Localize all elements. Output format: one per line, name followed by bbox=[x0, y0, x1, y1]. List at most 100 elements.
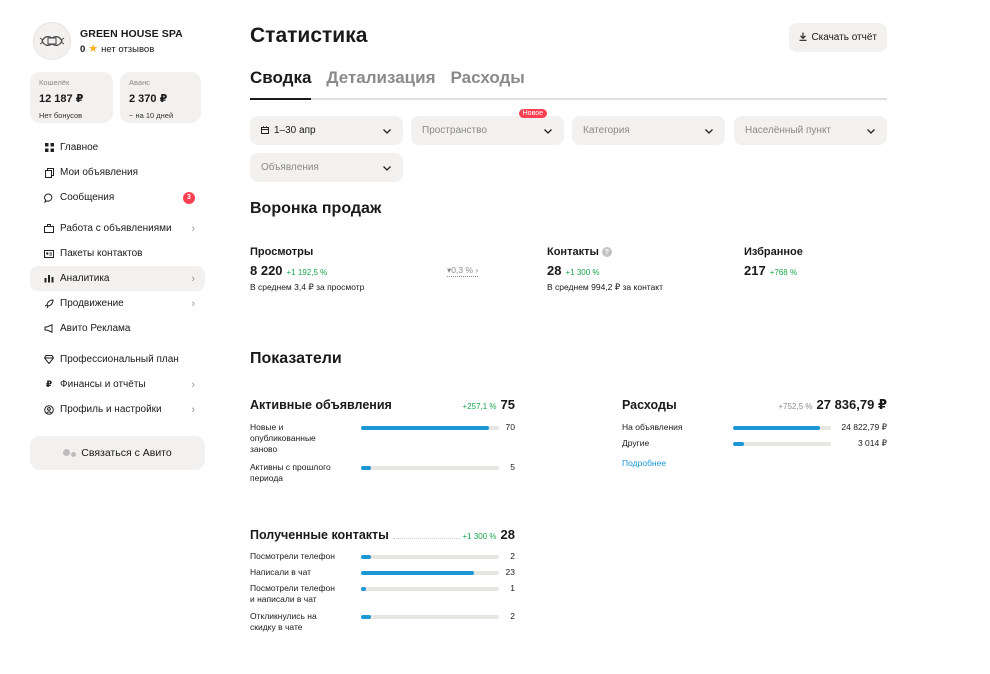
profile-header[interactable]: GREEN HOUSE SPA 0 ★ нет отзывов bbox=[30, 20, 205, 62]
tab-summary[interactable]: Сводка bbox=[250, 68, 312, 100]
contact-avito-button[interactable]: Связаться с Авито bbox=[30, 436, 205, 470]
city-select[interactable]: Населённый пункт bbox=[734, 116, 887, 145]
sidebar-item-label: Мои объявления bbox=[60, 167, 138, 178]
rating-text: нет отзывов bbox=[101, 43, 155, 55]
profile-name[interactable]: GREEN HOUSE SPA bbox=[80, 28, 183, 40]
category-placeholder: Категория bbox=[583, 125, 630, 136]
sidebar-item-finance[interactable]: ₽ Финансы и отчёты › bbox=[30, 372, 205, 397]
ads-select[interactable]: Объявления bbox=[250, 153, 403, 182]
metric-bar-fill bbox=[361, 587, 366, 591]
conversion-rate[interactable]: ▾0,3 % › bbox=[447, 265, 479, 277]
expenses-total: 27 836,79 ₽ bbox=[816, 397, 888, 412]
contacts-sub: В среднем 994,2 ₽ за контакт bbox=[547, 282, 663, 292]
metric-row: Другие bbox=[622, 438, 649, 449]
advance-label: Аванс bbox=[129, 78, 150, 87]
metric-bar-fill bbox=[361, 555, 371, 559]
metric-row: Активны с прошлого периода bbox=[250, 462, 350, 484]
metric-value: 2 bbox=[510, 551, 515, 561]
avatar[interactable] bbox=[33, 22, 71, 60]
wallet-card[interactable]: Кошелёк 12 187 ₽ Нет бонусов bbox=[30, 72, 113, 123]
download-report-button[interactable]: Скачать отчёт bbox=[789, 23, 887, 52]
metric-value: 23 bbox=[505, 567, 515, 577]
metric-bar-fill bbox=[361, 466, 371, 470]
sidebar-item-label: Аналитика bbox=[60, 273, 110, 284]
received-contacts-total: 28 bbox=[500, 527, 515, 542]
metric-label: Активны с прошлого периода bbox=[250, 462, 331, 483]
category-select[interactable]: Категория bbox=[572, 116, 725, 145]
chevron-down-icon bbox=[383, 128, 391, 134]
chevron-right-icon: › bbox=[191, 403, 195, 416]
sidebar-item-avito-ads[interactable]: Авито Реклама bbox=[30, 316, 205, 341]
favorites-delta: +768 % bbox=[769, 268, 798, 277]
wallet-label: Кошелёк bbox=[39, 78, 70, 87]
metric-label: Новые и опубликованные заново bbox=[250, 422, 316, 454]
metric-value: 1 bbox=[510, 583, 515, 593]
contact-avito-label: Связаться с Авито bbox=[81, 447, 172, 459]
advance-value: 2 370 ₽ bbox=[129, 93, 168, 105]
advance-card[interactable]: Аванс 2 370 ₽ ~ на 10 дней bbox=[120, 72, 201, 123]
tab-bar: Сводка Детализация Расходы bbox=[250, 68, 887, 100]
sidebar-item-pro-plan[interactable]: Профессиональный план bbox=[30, 347, 205, 372]
tab-details[interactable]: Детализация bbox=[326, 68, 435, 100]
company-logo-icon bbox=[39, 35, 65, 47]
metric-bar-fill bbox=[733, 442, 744, 446]
funnel-views: Просмотры 8 220 +1 192,5 % В среднем 3,4… bbox=[250, 246, 364, 293]
sidebar-item-analytics[interactable]: Аналитика › bbox=[30, 266, 205, 291]
grid-icon bbox=[43, 142, 55, 154]
sidebar-item-ads-work[interactable]: Работа с объявлениями › bbox=[30, 216, 205, 241]
wallet-sub: Нет бонусов bbox=[39, 111, 83, 120]
contact-card-icon bbox=[43, 248, 55, 260]
rocket-icon bbox=[43, 298, 55, 310]
star-icon: ★ bbox=[88, 42, 99, 55]
chevron-down-icon bbox=[544, 128, 552, 134]
metric-bar-track bbox=[733, 442, 831, 446]
metric-bar-fill bbox=[361, 571, 475, 575]
sidebar-item-label: Профиль и настройки bbox=[60, 404, 162, 415]
metric-bar-track bbox=[361, 466, 499, 470]
sidebar-item-messages[interactable]: Сообщения 3 bbox=[30, 185, 205, 210]
user-circle-icon bbox=[43, 404, 55, 416]
favorites-label: Избранное bbox=[744, 246, 803, 258]
ruble-icon: ₽ bbox=[45, 379, 53, 389]
profile-rating[interactable]: 0 ★ нет отзывов bbox=[80, 42, 183, 55]
metric-label: На объявления bbox=[622, 422, 683, 432]
contacts-delta: +1 300 % bbox=[565, 268, 600, 277]
sidebar-item-main[interactable]: Главное bbox=[30, 135, 205, 160]
city-placeholder: Населённый пункт bbox=[745, 125, 832, 136]
sidebar-item-profile-settings[interactable]: Профиль и настройки › bbox=[30, 397, 205, 422]
metric-label: Откликнулись на скидку в чате bbox=[250, 611, 317, 632]
space-select[interactable]: Пространство Новое bbox=[411, 109, 564, 145]
chevron-right-icon: › bbox=[191, 378, 195, 391]
date-range-select[interactable]: 1–30 апр bbox=[250, 116, 403, 145]
metric-bar-track bbox=[361, 571, 499, 575]
metric-row: Новые и опубликованные заново bbox=[250, 422, 340, 455]
sidebar: GREEN HOUSE SPA 0 ★ нет отзывов Кошелёк … bbox=[30, 20, 205, 470]
active-ads-total: 75 bbox=[500, 397, 515, 412]
funnel-favorites: Избранное 217 +768 % bbox=[744, 246, 803, 278]
copy-icon bbox=[43, 167, 55, 179]
more-details-link[interactable]: Подробнее bbox=[622, 458, 666, 468]
bar-chart-icon bbox=[43, 273, 55, 285]
sidebar-item-label: Продвижение bbox=[60, 298, 124, 309]
tab-expenses[interactable]: Расходы bbox=[451, 68, 525, 100]
metric-label: Написали в чат bbox=[250, 567, 312, 577]
contacts-label: Контакты bbox=[547, 246, 599, 258]
megaphone-icon bbox=[43, 323, 55, 335]
views-delta: +1 192,5 % bbox=[286, 268, 328, 277]
sidebar-item-promotion[interactable]: Продвижение › bbox=[30, 291, 205, 316]
views-label: Просмотры bbox=[250, 246, 314, 258]
sidebar-item-my-ads[interactable]: Мои объявления bbox=[30, 160, 205, 185]
metric-bar-track bbox=[733, 426, 831, 430]
views-sub: В среднем 3,4 ₽ за просмотр bbox=[250, 282, 365, 292]
help-icon[interactable]: ? bbox=[601, 247, 612, 257]
metric-value: 3 014 ₽ bbox=[857, 438, 887, 448]
metric-bar-track bbox=[361, 587, 499, 591]
space-placeholder: Пространство bbox=[422, 125, 487, 136]
sidebar-item-contact-packages[interactable]: Пакеты контактов bbox=[30, 241, 205, 266]
chevron-right-icon: › bbox=[191, 222, 195, 235]
date-range-value: 1–30 апр bbox=[274, 125, 316, 136]
favorites-value: 217 bbox=[744, 263, 766, 278]
indicators-title: Показатели bbox=[250, 350, 342, 367]
contacts-value: 28 bbox=[547, 263, 562, 278]
sidebar-item-label: Сообщения bbox=[60, 192, 115, 203]
